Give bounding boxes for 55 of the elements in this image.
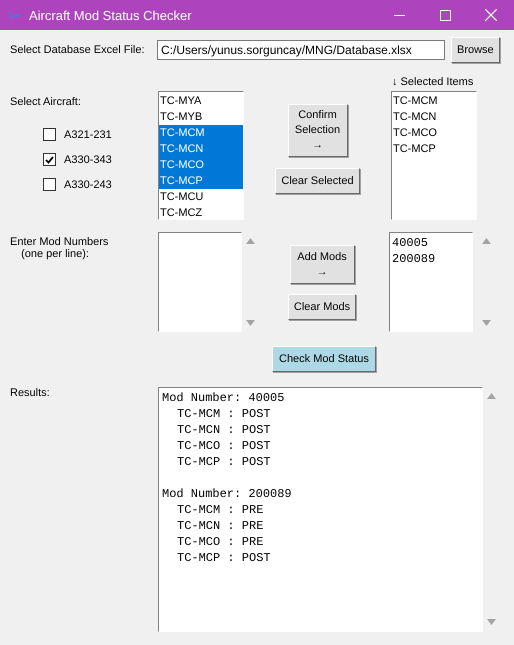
minimize-icon[interactable] — [394, 14, 404, 16]
airplane-icon — [7, 9, 23, 21]
scroll-down-icon[interactable] — [246, 320, 255, 326]
aircraft-list-item[interactable]: TC-MCO — [159, 157, 243, 173]
maximize-icon[interactable] — [440, 10, 450, 20]
selected-list-item[interactable]: TC-MCM — [392, 93, 476, 109]
selected-list-item[interactable]: TC-MCO — [392, 125, 476, 141]
result-line: TC-MCN : POST — [176, 422, 272, 438]
aircraft-list-item[interactable]: TC-MYB — [159, 109, 243, 125]
browse-button[interactable]: Browse — [451, 37, 500, 63]
selected-items-label: ↓ Selected Items — [392, 76, 474, 88]
aircraft-list-item[interactable]: TC-MYA — [159, 93, 243, 109]
aircraft-type-label: A330-343 — [64, 154, 112, 166]
add-mods-button[interactable]: Add Mods → — [290, 245, 354, 284]
scroll-up-icon[interactable] — [482, 238, 491, 244]
close-icon[interactable] — [485, 9, 497, 21]
aircraft-list-item[interactable]: TC-MCP — [159, 173, 243, 189]
aircraft-list-item[interactable]: TC-MCM — [159, 125, 243, 141]
result-line: TC-MCO : POST — [176, 438, 272, 454]
aircraft-list-item[interactable]: TC-MCN — [159, 141, 243, 157]
result-heading: Mod Number: 40005 — [161, 390, 286, 406]
scroll-down-icon[interactable] — [482, 320, 491, 326]
scroll-down-icon[interactable] — [487, 619, 496, 625]
checkbox[interactable] — [43, 178, 56, 191]
results-label: Results: — [10, 387, 51, 399]
window-title: Aircraft Mod Status Checker — [29, 8, 193, 22]
database-label: Select Database Excel File: — [10, 44, 146, 56]
scroll-up-icon[interactable] — [246, 238, 255, 244]
clear-selected-button[interactable]: Clear Selected — [275, 168, 360, 194]
result-line: TC-MCP : POST — [176, 550, 272, 566]
file-path-field[interactable]: C:/Users/yunus.sorguncay/MNG/Database.xlsx — [157, 40, 445, 60]
clear-mods-button[interactable]: Clear Mods — [288, 294, 356, 320]
selected-list-item[interactable]: TC-MCP — [392, 141, 476, 157]
scroll-up-icon[interactable] — [487, 393, 496, 399]
mod-numbers-hint: (one per line): — [21, 248, 89, 260]
selected-list-item[interactable]: TC-MCN — [392, 109, 476, 125]
mod-input-field[interactable] — [158, 232, 242, 332]
aircraft-type-label: A321-231 — [64, 128, 112, 140]
aircraft-list-item[interactable]: TC-MCZ — [159, 205, 243, 219]
aircraft-list-item[interactable]: TC-MCU — [159, 189, 243, 205]
check-mod-status-button[interactable]: Check Mod Status — [272, 346, 376, 372]
checkbox[interactable] — [43, 128, 56, 141]
result-line: TC-MCN : PRE — [176, 518, 264, 534]
mod-numbers-label: Enter Mod Numbers — [10, 236, 110, 248]
checkbox[interactable] — [43, 153, 56, 166]
result-line: TC-MCO : PRE — [176, 534, 264, 550]
aircraft-type-label: A330-243 — [64, 178, 112, 190]
result-line: TC-MCM : POST — [176, 406, 272, 422]
result-line: TC-MCP : POST — [176, 454, 272, 470]
mod-list-item[interactable]: 40005 — [391, 235, 471, 251]
result-line: TC-MCM : PRE — [176, 502, 264, 518]
mod-list-item[interactable]: 200089 — [391, 251, 471, 267]
confirm-selection-button[interactable]: Confirm Selection → — [288, 104, 348, 157]
select-aircraft-label: Select Aircraft: — [10, 96, 82, 108]
result-heading: Mod Number: 200089 — [161, 486, 293, 502]
